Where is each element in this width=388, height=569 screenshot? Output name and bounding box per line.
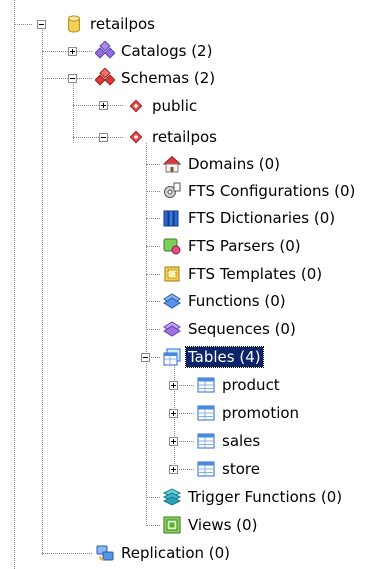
- tree-guide-line: [42, 30, 43, 555]
- tree-node-table-product[interactable]: product: [196, 374, 282, 396]
- tree-guide-line: [73, 84, 74, 143]
- tree-node-label: Trigger Functions (0): [188, 488, 343, 506]
- schema-icon: [126, 96, 146, 116]
- database-icon: [64, 14, 84, 34]
- tree-node-label: product: [222, 376, 280, 394]
- table-icon: [196, 375, 216, 395]
- views-icon: [162, 515, 182, 535]
- fts-configurations-icon: [162, 181, 182, 201]
- fts-parsers-icon: [162, 236, 182, 256]
- tree-node-fts-dictionaries[interactable]: FTS Dictionaries (0): [162, 207, 337, 229]
- expand-toggle-catalogs[interactable]: [68, 47, 77, 56]
- tree-node-fts-templates[interactable]: FTS Templates (0): [162, 263, 324, 285]
- fts-templates-icon: [162, 264, 182, 284]
- table-icon: [196, 459, 216, 479]
- tree-guide-line: [42, 553, 92, 554]
- tree-node-fts-configurations[interactable]: FTS Configurations (0): [162, 180, 357, 202]
- tree-guide-line: [73, 137, 123, 138]
- tree-node-label: FTS Templates (0): [188, 265, 323, 283]
- tree-guide-line: [14, 24, 32, 25]
- tree-node-label: store: [222, 460, 260, 478]
- collapse-toggle-retailpos-database[interactable]: [37, 20, 46, 29]
- tree-guide-line: [146, 525, 160, 526]
- tables-icon: [162, 347, 182, 367]
- tree-guide-line: [146, 164, 160, 165]
- tree-guide-line: [42, 78, 92, 79]
- tree-node-table-store[interactable]: store: [196, 458, 262, 480]
- tree-node-label: Domains (0): [188, 155, 281, 173]
- catalogs-icon: [95, 41, 115, 61]
- schemas-icon: [95, 68, 115, 88]
- fts-dictionaries-icon: [162, 208, 182, 228]
- tree-node-label: Sequences (0): [188, 320, 296, 338]
- tree-guide-line: [146, 497, 160, 498]
- tree-guide-line: [146, 246, 160, 247]
- tree-node-label: FTS Configurations (0): [188, 182, 356, 200]
- functions-icon: [162, 291, 182, 311]
- expand-toggle-store[interactable]: [169, 465, 178, 474]
- tree-guide-line: [146, 301, 160, 302]
- tree-node-label: Replication (0): [121, 544, 231, 562]
- sequences-icon: [162, 319, 182, 339]
- tree-node-label: public: [152, 97, 198, 115]
- expand-toggle-public[interactable]: [99, 101, 108, 110]
- table-icon: [196, 431, 216, 451]
- tree-node-functions[interactable]: Functions (0): [162, 290, 288, 312]
- tree-node-label: Views (0): [188, 516, 258, 534]
- tree-node-retailpos-database[interactable]: retailpos: [64, 13, 157, 35]
- tree-node-label: FTS Dictionaries (0): [188, 209, 336, 227]
- tree-node-catalogs[interactable]: Catalogs (2): [95, 40, 214, 62]
- tree-node-label: Schemas (2): [121, 69, 216, 87]
- collapse-toggle-schemas[interactable]: [68, 74, 77, 83]
- tree-node-schemas[interactable]: Schemas (2): [95, 67, 217, 89]
- tree-node-domains[interactable]: Domains (0): [162, 153, 282, 175]
- tree-guide-line: [146, 143, 147, 526]
- tree-node-label: Tables (4): [185, 346, 264, 368]
- tree-node-trigger-functions[interactable]: Trigger Functions (0): [162, 486, 344, 508]
- tree-guide-line: [73, 105, 123, 106]
- table-icon: [196, 403, 216, 423]
- domains-icon: [162, 154, 182, 174]
- tree-node-label: Functions (0): [188, 292, 286, 310]
- tree-node-fts-parsers[interactable]: FTS Parsers (0): [162, 235, 303, 257]
- trigger-functions-icon: [162, 487, 182, 507]
- tree-node-label: promotion: [222, 404, 300, 422]
- tree-node-label: Catalogs (2): [121, 42, 213, 60]
- tree-guide-line: [146, 274, 160, 275]
- collapse-toggle-tables[interactable]: [141, 353, 150, 362]
- tree-node-sequences[interactable]: Sequences (0): [162, 318, 298, 340]
- expand-toggle-sales[interactable]: [169, 437, 178, 446]
- tree-guide-line: [14, 0, 15, 569]
- tree-guide-line: [146, 218, 160, 219]
- tree-node-schema-retailpos[interactable]: retailpos: [126, 126, 219, 148]
- tree-guide-line: [146, 191, 160, 192]
- object-browser-tree: retailpos Catalogs (2) Schemas (2) publi…: [0, 0, 388, 569]
- expand-toggle-product[interactable]: [169, 381, 178, 390]
- schema-icon: [126, 127, 146, 147]
- tree-node-views[interactable]: Views (0): [162, 514, 259, 536]
- collapse-toggle-retailpos-schema[interactable]: [99, 133, 108, 142]
- tree-node-label: FTS Parsers (0): [188, 237, 301, 255]
- expand-toggle-promotion[interactable]: [169, 409, 178, 418]
- tree-node-table-sales[interactable]: sales: [196, 430, 262, 452]
- tree-guide-line: [42, 51, 92, 52]
- tree-node-schema-public[interactable]: public: [126, 95, 199, 117]
- tree-node-tables[interactable]: Tables (4): [162, 346, 264, 368]
- replication-icon: [95, 543, 115, 563]
- tree-guide-line: [146, 329, 160, 330]
- tree-node-table-promotion[interactable]: promotion: [196, 402, 301, 424]
- tree-node-label: retailpos: [90, 15, 155, 33]
- tree-node-label: retailpos: [152, 128, 217, 146]
- tree-node-replication[interactable]: Replication (0): [95, 542, 232, 564]
- tree-node-label: sales: [222, 432, 261, 450]
